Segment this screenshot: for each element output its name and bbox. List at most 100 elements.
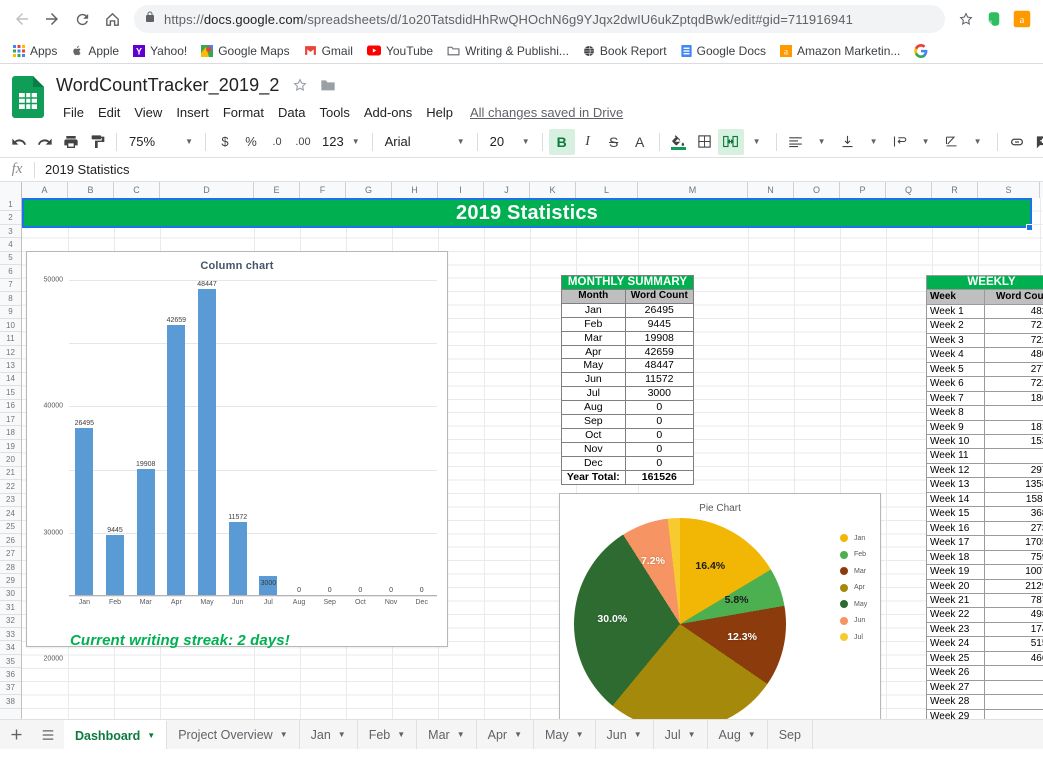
- sheet-tab-jan[interactable]: Jan ▼: [300, 720, 358, 749]
- font-size-selector[interactable]: 20 ▼: [484, 130, 536, 154]
- year-total-row[interactable]: Year Total: 161526: [561, 469, 695, 485]
- borders-icon[interactable]: [692, 129, 718, 155]
- selection-handle[interactable]: [1026, 224, 1033, 231]
- column-header-j[interactable]: J: [484, 182, 530, 198]
- table-row[interactable]: Week 290: [926, 708, 1043, 719]
- row-header-9[interactable]: 9: [0, 305, 21, 319]
- column-chart[interactable]: Column chart 50000400003000020000100000 …: [26, 251, 448, 663]
- chevron-down-icon[interactable]: ▼: [147, 731, 155, 740]
- table-row[interactable]: Jan 26495: [561, 302, 695, 318]
- add-sheet-icon[interactable]: [0, 720, 32, 749]
- table-row[interactable]: Feb 9445: [561, 316, 695, 332]
- column-header-l[interactable]: L: [576, 182, 638, 198]
- merge-dropdown-caret[interactable]: ▼: [744, 129, 770, 155]
- table-row[interactable]: Jun 11572: [561, 372, 695, 388]
- sheet-tab-sep[interactable]: Sep: [768, 720, 813, 749]
- table-row[interactable]: Week 280: [926, 694, 1043, 710]
- table-row[interactable]: Week 122970: [926, 462, 1043, 479]
- halign-dropdown-caret[interactable]: ▼: [809, 129, 835, 155]
- row-header-19[interactable]: 19: [0, 439, 21, 454]
- row-header-38[interactable]: 38: [0, 695, 21, 709]
- bookmark-google-maps[interactable]: Google Maps: [194, 40, 296, 62]
- column-header-p[interactable]: P: [840, 182, 886, 198]
- table-row[interactable]: Week 91818: [926, 419, 1043, 436]
- column-header-r[interactable]: R: [932, 182, 978, 198]
- table-row[interactable]: Week 260: [926, 665, 1043, 681]
- table-row[interactable]: Week 270: [926, 679, 1043, 696]
- all-sheets-icon[interactable]: [32, 720, 64, 749]
- weekly-table[interactable]: WEEKLY Week Word Count Week 14824Week 27…: [926, 274, 1043, 719]
- column-header-h[interactable]: H: [392, 182, 438, 198]
- menu-file[interactable]: File: [56, 103, 91, 122]
- row-header-4[interactable]: 4: [0, 238, 21, 252]
- row-header-27[interactable]: 27: [0, 547, 21, 561]
- row-header-13[interactable]: 13: [0, 359, 21, 373]
- sheet-tab-project-overview[interactable]: Project Overview ▼: [167, 720, 300, 749]
- evernote-icon[interactable]: [981, 6, 1007, 32]
- row-header-23[interactable]: 23: [0, 493, 21, 508]
- row-header-8[interactable]: 8: [0, 292, 21, 306]
- back-arrow-icon[interactable]: [8, 5, 36, 33]
- column-header-n[interactable]: N: [748, 182, 794, 198]
- sheet-tab-jul[interactable]: Jul ▼: [654, 720, 708, 749]
- row-header-34[interactable]: 34: [0, 641, 21, 655]
- text-rotation-icon[interactable]: [939, 129, 965, 155]
- address-bar[interactable]: https://docs.google.com/spreadsheets/d/1…: [134, 5, 945, 33]
- horizontal-align-icon[interactable]: [783, 129, 809, 155]
- row-header-6[interactable]: 6: [0, 265, 21, 279]
- row-header-22[interactable]: 22: [0, 480, 21, 494]
- banner-cell[interactable]: 2019 Statistics: [22, 198, 1032, 228]
- chevron-down-icon[interactable]: ▼: [748, 730, 756, 739]
- monthly-summary-table[interactable]: MONTHLY SUMMARY Month Word Count Jan 2649…: [561, 275, 695, 485]
- star-outline-icon[interactable]: [289, 74, 311, 96]
- column-header-e[interactable]: E: [254, 182, 300, 198]
- menu-insert[interactable]: Insert: [169, 103, 216, 122]
- table-row[interactable]: Week 254666: [926, 650, 1043, 667]
- table-row[interactable]: Week 231747: [926, 621, 1043, 638]
- zoom-selector[interactable]: 75% ▼: [123, 130, 199, 154]
- currency-format-button[interactable]: $: [212, 129, 238, 155]
- table-row[interactable]: Week 162733: [926, 520, 1043, 537]
- column-header-q[interactable]: Q: [886, 182, 932, 198]
- row-header-37[interactable]: 37: [0, 681, 21, 696]
- bar[interactable]: [75, 427, 94, 595]
- column-header-g[interactable]: G: [346, 182, 392, 198]
- row-header-35[interactable]: 35: [0, 654, 21, 669]
- table-row[interactable]: Dec 0: [561, 455, 695, 471]
- menu-help[interactable]: Help: [419, 103, 460, 122]
- row-header-32[interactable]: 32: [0, 614, 21, 628]
- table-row[interactable]: Week 217874: [926, 592, 1043, 609]
- row-header-18[interactable]: 18: [0, 426, 21, 440]
- valign-dropdown-caret[interactable]: ▼: [861, 129, 887, 155]
- strikethrough-button[interactable]: S: [601, 129, 627, 155]
- row-header-16[interactable]: 16: [0, 399, 21, 413]
- row-header-5[interactable]: 5: [0, 251, 21, 266]
- bookmark-apps[interactable]: Apps: [6, 40, 64, 62]
- italic-button[interactable]: I: [575, 129, 601, 155]
- column-header-i[interactable]: I: [438, 182, 484, 198]
- sheet-tab-may[interactable]: May ▼: [534, 720, 596, 749]
- row-header-29[interactable]: 29: [0, 574, 21, 588]
- row-header-15[interactable]: 15: [0, 386, 21, 400]
- amazon-icon[interactable]: a: [1009, 6, 1035, 32]
- save-status[interactable]: All changes saved in Drive: [470, 105, 623, 120]
- row-header-31[interactable]: 31: [0, 601, 21, 615]
- bar[interactable]: [228, 521, 247, 595]
- bookmark-google[interactable]: [907, 40, 940, 62]
- insert-comment-icon[interactable]: [1030, 129, 1043, 155]
- fill-color-icon[interactable]: [666, 129, 692, 155]
- increase-decimal-button[interactable]: .00: [290, 129, 316, 155]
- column-header-s[interactable]: S: [978, 182, 1040, 198]
- column-header-k[interactable]: K: [530, 182, 576, 198]
- google-sheets-icon[interactable]: [12, 76, 48, 122]
- column-header-f[interactable]: F: [300, 182, 346, 198]
- bookmark-book-report[interactable]: Book Report: [576, 40, 674, 62]
- table-row[interactable]: Week 67226: [926, 376, 1043, 392]
- menu-data[interactable]: Data: [271, 103, 312, 122]
- rotation-dropdown-caret[interactable]: ▼: [965, 129, 991, 155]
- table-row[interactable]: Week 110: [926, 448, 1043, 464]
- formula-input[interactable]: 2019 Statistics: [35, 162, 130, 177]
- table-row[interactable]: Week 1717051: [926, 535, 1043, 551]
- row-header-7[interactable]: 7: [0, 278, 21, 293]
- column-header-m[interactable]: M: [638, 182, 748, 198]
